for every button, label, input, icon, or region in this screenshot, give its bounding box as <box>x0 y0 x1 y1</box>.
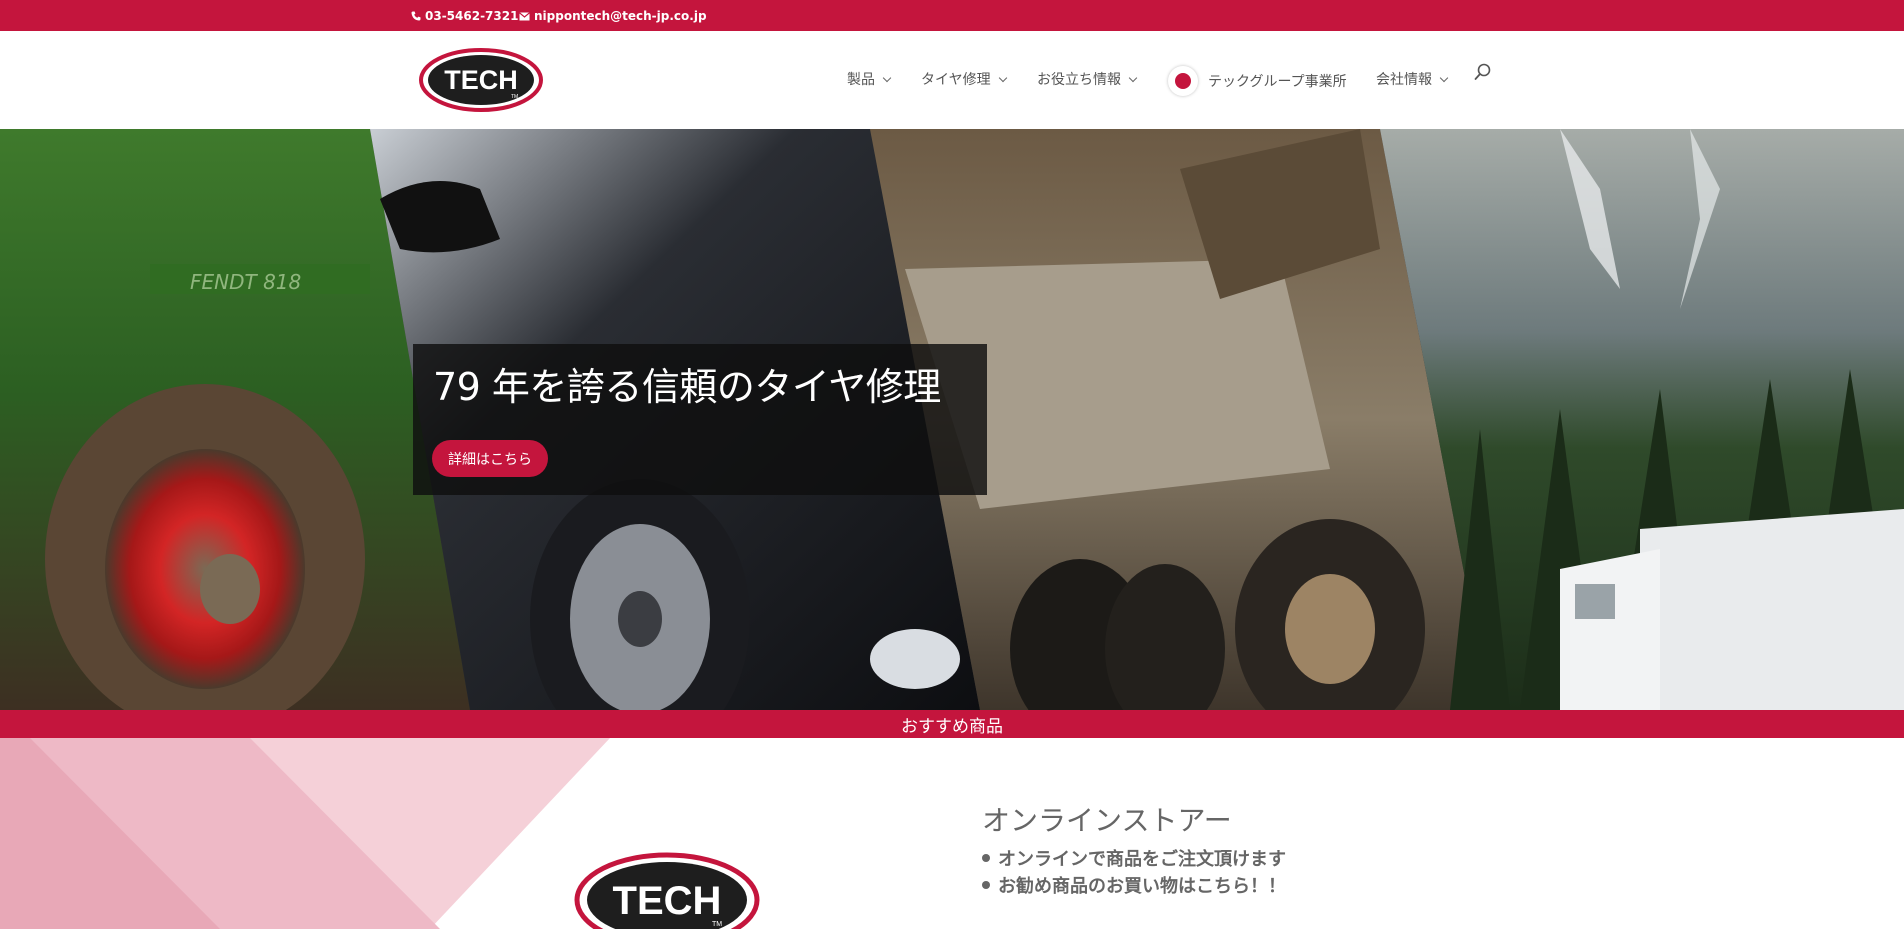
logo-text: TECH <box>613 879 722 923</box>
mail-icon <box>519 11 530 20</box>
phone-icon <box>411 11 421 21</box>
hero-details-button[interactable]: 詳細はこちら <box>432 440 548 477</box>
phone-number[interactable]: 03-5462-7321 <box>425 9 518 23</box>
online-store-title: オンラインストアー <box>982 804 1232 837</box>
main-nav: 製品 タイヤ修理 お役立ち情報 テックグループ事業所 会社情報 <box>0 66 1904 96</box>
nav-item-useful-info[interactable]: お役立ち情報 <box>1037 69 1138 89</box>
chevron-down-icon <box>882 73 892 82</box>
nav-item-group-offices[interactable]: テックグループ事業所 <box>1168 66 1347 96</box>
online-store-section: TECH TM オンラインストアー オンラインで商品をご注文頂けます お勧め商品… <box>0 738 1904 929</box>
nav-item-tire-repair[interactable]: タイヤ修理 <box>921 69 1007 89</box>
nav-label: お役立ち情報 <box>1037 72 1121 88</box>
svg-text:FENDT 818: FENDT 818 <box>190 270 301 294</box>
nav-label: タイヤ修理 <box>921 72 991 88</box>
hero-title: 79 年を誇る信頼のタイヤ修理 <box>433 365 941 409</box>
nav-item-company[interactable]: 会社情報 <box>1376 69 1449 89</box>
phone-contact[interactable]: 03-5462-7321 <box>411 9 518 23</box>
nav-label: テックグループ事業所 <box>1208 74 1347 90</box>
chevron-down-icon <box>1128 73 1138 82</box>
online-store-list: オンラインで商品をご注文頂けます お勧め商品のお買い物はこちら！！ <box>982 844 1286 898</box>
chevron-down-icon <box>998 73 1007 82</box>
decorative-triangles <box>0 738 610 929</box>
recommended-products-heading: おすすめ商品 <box>0 710 1904 738</box>
list-item: オンラインで商品をご注文頂けます <box>982 844 1286 871</box>
logo-tm: TM <box>511 94 518 100</box>
search-icon[interactable] <box>1474 63 1492 81</box>
japan-flag-icon <box>1168 66 1198 96</box>
email-address[interactable]: nippontech@tech-jp.co.jp <box>534 9 707 23</box>
nav-label: 会社情報 <box>1376 72 1432 88</box>
hero-slider: FENDT 818 79 年を誇る信頼のタイヤ修理 詳細はこちら <box>0 129 1904 710</box>
site-header: TECH TM 製品 タイヤ修理 お役立ち情報 テックグループ事業所 会社情報 <box>0 31 1904 129</box>
tech-logo-large[interactable]: TECH TM <box>574 852 760 929</box>
list-item: お勧め商品のお買い物はこちら！！ <box>982 871 1286 898</box>
hero-caption: 79 年を誇る信頼のタイヤ修理 詳細はこちら <box>413 344 987 495</box>
email-contact[interactable]: nippontech@tech-jp.co.jp <box>519 9 707 23</box>
chevron-down-icon <box>1439 73 1449 82</box>
top-bar: 03-5462-7321 nippontech@tech-jp.co.jp <box>0 0 1904 31</box>
nav-label: 製品 <box>847 72 875 88</box>
logo-tm: TM <box>712 921 722 928</box>
nav-item-products[interactable]: 製品 <box>847 69 892 89</box>
